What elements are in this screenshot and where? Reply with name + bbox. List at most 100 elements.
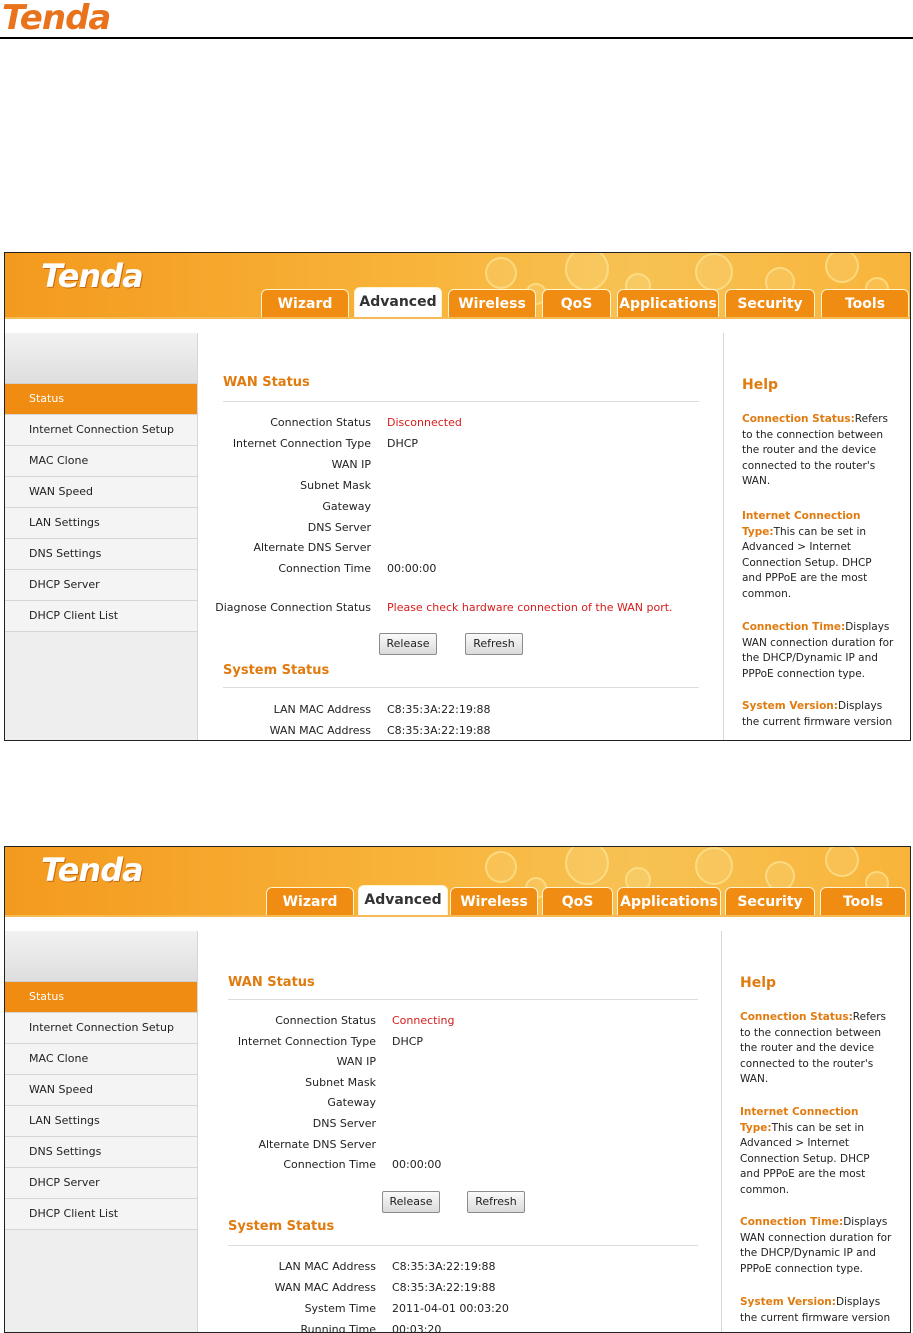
- row-label: Internet Connection Type: [237, 1034, 376, 1048]
- sidebar-item-status[interactable]: Status: [5, 982, 197, 1013]
- refresh-button[interactable]: Refresh: [465, 633, 523, 655]
- sidebar-header: [5, 333, 197, 384]
- sidebar-header: [5, 931, 197, 982]
- sidebar-item-dns-settings[interactable]: DNS Settings: [5, 539, 197, 570]
- wan-status-row: Alternate DNS Server: [206, 1135, 726, 1155]
- wan-status-title: WAN Status: [223, 375, 310, 390]
- row-label: System Time: [304, 1302, 376, 1315]
- row-label: Alternate DNS Server: [253, 541, 371, 555]
- row-value: DHCP: [392, 1034, 424, 1048]
- tab-underline: [5, 915, 910, 917]
- wan-status-row: Subnet Mask: [206, 1073, 726, 1093]
- sidebar-item-lan-settings[interactable]: LAN Settings: [5, 508, 197, 539]
- row-label: WAN MAC Address: [269, 724, 371, 737]
- wan-status-row: Connection Time 00:00:00: [201, 559, 721, 579]
- help-term: Connection Time:: [740, 1216, 844, 1228]
- help-item: Internet Connection Type:This can be set…: [740, 1105, 892, 1198]
- wan-status-row: Connection Time 00:00:00: [206, 1155, 726, 1175]
- wan-status-row: DNS Server: [206, 1114, 726, 1134]
- row-value: Disconnected: [387, 416, 462, 429]
- row-label: Alternate DNS Server: [258, 1137, 376, 1151]
- sidebar-item-dhcp-client-list[interactable]: DHCP Client List: [5, 1199, 197, 1230]
- wan-status-row: Alternate DNS Server: [201, 538, 721, 558]
- refresh-button[interactable]: Refresh: [467, 1191, 525, 1213]
- tab-wizard[interactable]: Wizard: [261, 289, 349, 317]
- tab-underline: [5, 317, 910, 319]
- tab-wizard[interactable]: Wizard: [266, 887, 354, 915]
- tab-tools[interactable]: Tools: [820, 887, 906, 915]
- row-value: C8:35:3A:22:19:88: [387, 703, 491, 716]
- wan-status-row: Gateway: [206, 1093, 726, 1113]
- sidebar-item-status[interactable]: Status: [5, 384, 197, 415]
- tab-security[interactable]: Security: [725, 289, 815, 317]
- tab-advanced[interactable]: Advanced: [358, 885, 448, 915]
- sidebar-item-lan-settings[interactable]: LAN Settings: [5, 1106, 197, 1137]
- wan-status-row: WAN IP: [201, 455, 721, 475]
- tab-applications[interactable]: Applications: [617, 887, 721, 915]
- sidebar-item-dhcp-client-list[interactable]: DHCP Client List: [5, 601, 197, 632]
- tab-wireless[interactable]: Wireless: [450, 887, 538, 915]
- system-status-title: System Status: [228, 1219, 335, 1234]
- sidebar-item-internet-connection-setup[interactable]: Internet Connection Setup: [5, 415, 197, 446]
- tab-qos[interactable]: QoS: [542, 887, 613, 915]
- decorative-bubble: [825, 847, 859, 877]
- row-value: C8:35:3A:22:19:88: [387, 724, 491, 737]
- decorative-bubble: [695, 847, 733, 885]
- row-label: Connection Time: [278, 562, 371, 576]
- row-value: 2011-04-01 00:03:20: [392, 1302, 509, 1315]
- header-banner: Tenda Wizard Advanced Wireless QoS Applicatio…: [5, 847, 910, 915]
- help-term: System Version:: [740, 1296, 836, 1308]
- help-title: Help: [740, 975, 777, 991]
- wan-status-row: Internet Connection Type DHCP: [201, 434, 721, 454]
- decorative-bubble: [565, 253, 609, 291]
- diagnose-message: Please check hardware connection of the …: [387, 601, 673, 614]
- row-label: LAN MAC Address: [273, 703, 371, 716]
- release-button[interactable]: Release: [382, 1191, 440, 1213]
- row-value: C8:35:3A:22:19:88: [392, 1260, 496, 1273]
- wan-status-row: DNS Server: [201, 518, 721, 538]
- row-label: Connection Status: [270, 416, 371, 429]
- row-label: DNS Server: [307, 520, 371, 534]
- wan-status-row: WAN IP: [206, 1052, 726, 1072]
- sidebar-item-wan-speed[interactable]: WAN Speed: [5, 1075, 197, 1106]
- row-label: Connection Time: [283, 1158, 376, 1172]
- row-label: Subnet Mask: [305, 1075, 376, 1089]
- tab-applications[interactable]: Applications: [617, 289, 719, 317]
- section-divider: [228, 999, 698, 1000]
- row-label: DNS Server: [312, 1117, 376, 1130]
- help-term: Connection Time:: [742, 621, 846, 633]
- sidebar-item-dns-settings[interactable]: DNS Settings: [5, 1137, 197, 1168]
- tab-qos[interactable]: QoS: [542, 289, 611, 317]
- sidebar-item-wan-speed[interactable]: WAN Speed: [5, 477, 197, 508]
- tab-advanced[interactable]: Advanced: [354, 287, 442, 317]
- row-label: WAN IP: [331, 457, 371, 471]
- section-divider: [223, 687, 699, 688]
- sidebar-item-mac-clone[interactable]: MAC Clone: [5, 446, 197, 477]
- section-divider: [223, 401, 699, 402]
- wan-status-row: Gateway: [201, 497, 721, 517]
- sidebar-item-mac-clone[interactable]: MAC Clone: [5, 1044, 197, 1075]
- wan-status-row: Connection Status Connecting: [206, 1011, 726, 1031]
- help-term: Connection Status:: [742, 413, 855, 425]
- sidebar-item-internet-connection-setup[interactable]: Internet Connection Setup: [5, 1013, 197, 1044]
- help-item: Internet Connection Type:This can be set…: [742, 509, 894, 602]
- main-content: WAN Status Connection Status Connecting Int…: [206, 931, 724, 1332]
- release-button[interactable]: Release: [379, 633, 437, 655]
- row-label: Diagnose Connection Status: [215, 601, 371, 614]
- row-label: Subnet Mask: [300, 478, 371, 492]
- help-item: System Version:Displays the current firm…: [740, 1295, 892, 1326]
- help-term: System Version:: [742, 700, 838, 712]
- row-label: Gateway: [322, 499, 371, 513]
- help-term: Connection Status:: [740, 1011, 853, 1023]
- system-status-row: LAN MAC Address C8:35:3A:22:19:88: [201, 700, 721, 720]
- tab-security[interactable]: Security: [725, 887, 815, 915]
- sidebar-item-dhcp-server[interactable]: DHCP Server: [5, 570, 197, 601]
- row-label: Internet Connection Type: [232, 436, 371, 450]
- router-admin-screenshot: Tenda Wizard Advanced Wireless QoS Applicatio…: [4, 846, 911, 1333]
- row-value: 00:00:00: [387, 562, 437, 576]
- document-logo: Tenda: [2, 0, 111, 38]
- tab-tools[interactable]: Tools: [821, 289, 909, 317]
- help-title: Help: [742, 377, 779, 393]
- tab-wireless[interactable]: Wireless: [448, 289, 536, 317]
- sidebar-item-dhcp-server[interactable]: DHCP Server: [5, 1168, 197, 1199]
